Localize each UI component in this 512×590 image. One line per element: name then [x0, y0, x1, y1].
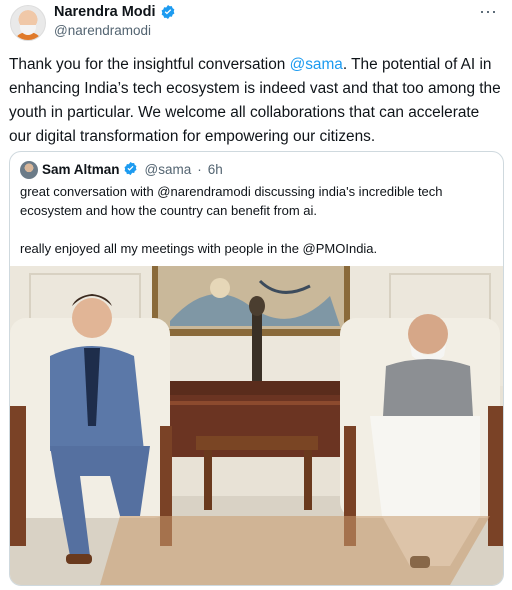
author-handle[interactable]: @narendramodi [54, 23, 151, 38]
more-options-icon[interactable]: ⋯ [479, 2, 498, 23]
quoted-line-1: great conversation with @narendramodi di… [20, 184, 443, 218]
quoted-timestamp[interactable]: 6h [208, 162, 223, 177]
tweet-text-part: Thank you for the insightful conversatio… [9, 56, 290, 73]
quoted-tweet[interactable]: Sam Altman @sama · 6h great conversation… [9, 151, 504, 586]
quoted-text: great conversation with @narendramodi di… [20, 182, 490, 258]
meeting-photo[interactable] [10, 266, 503, 585]
author-name-row[interactable]: Narendra Modi [54, 4, 176, 20]
quoted-author-name[interactable]: Sam Altman [42, 162, 120, 177]
quoted-handle[interactable]: @sama [145, 162, 192, 177]
quoted-author-row[interactable]: Sam Altman @sama · 6h [42, 161, 223, 177]
tweet-text: Thank you for the insightful conversatio… [9, 53, 504, 149]
tweet: Narendra Modi @narendramodi ⋯ Thank you … [0, 0, 512, 590]
author-name[interactable]: Narendra Modi [54, 4, 156, 20]
verified-badge-icon [160, 4, 176, 20]
separator: · [197, 161, 202, 177]
quoted-line-2: really enjoyed all my meetings with peop… [20, 241, 378, 256]
author-avatar[interactable] [10, 5, 46, 41]
quoted-author-avatar[interactable] [20, 161, 38, 179]
mention-link[interactable]: @sama [290, 56, 343, 73]
verified-badge-icon [123, 161, 139, 177]
